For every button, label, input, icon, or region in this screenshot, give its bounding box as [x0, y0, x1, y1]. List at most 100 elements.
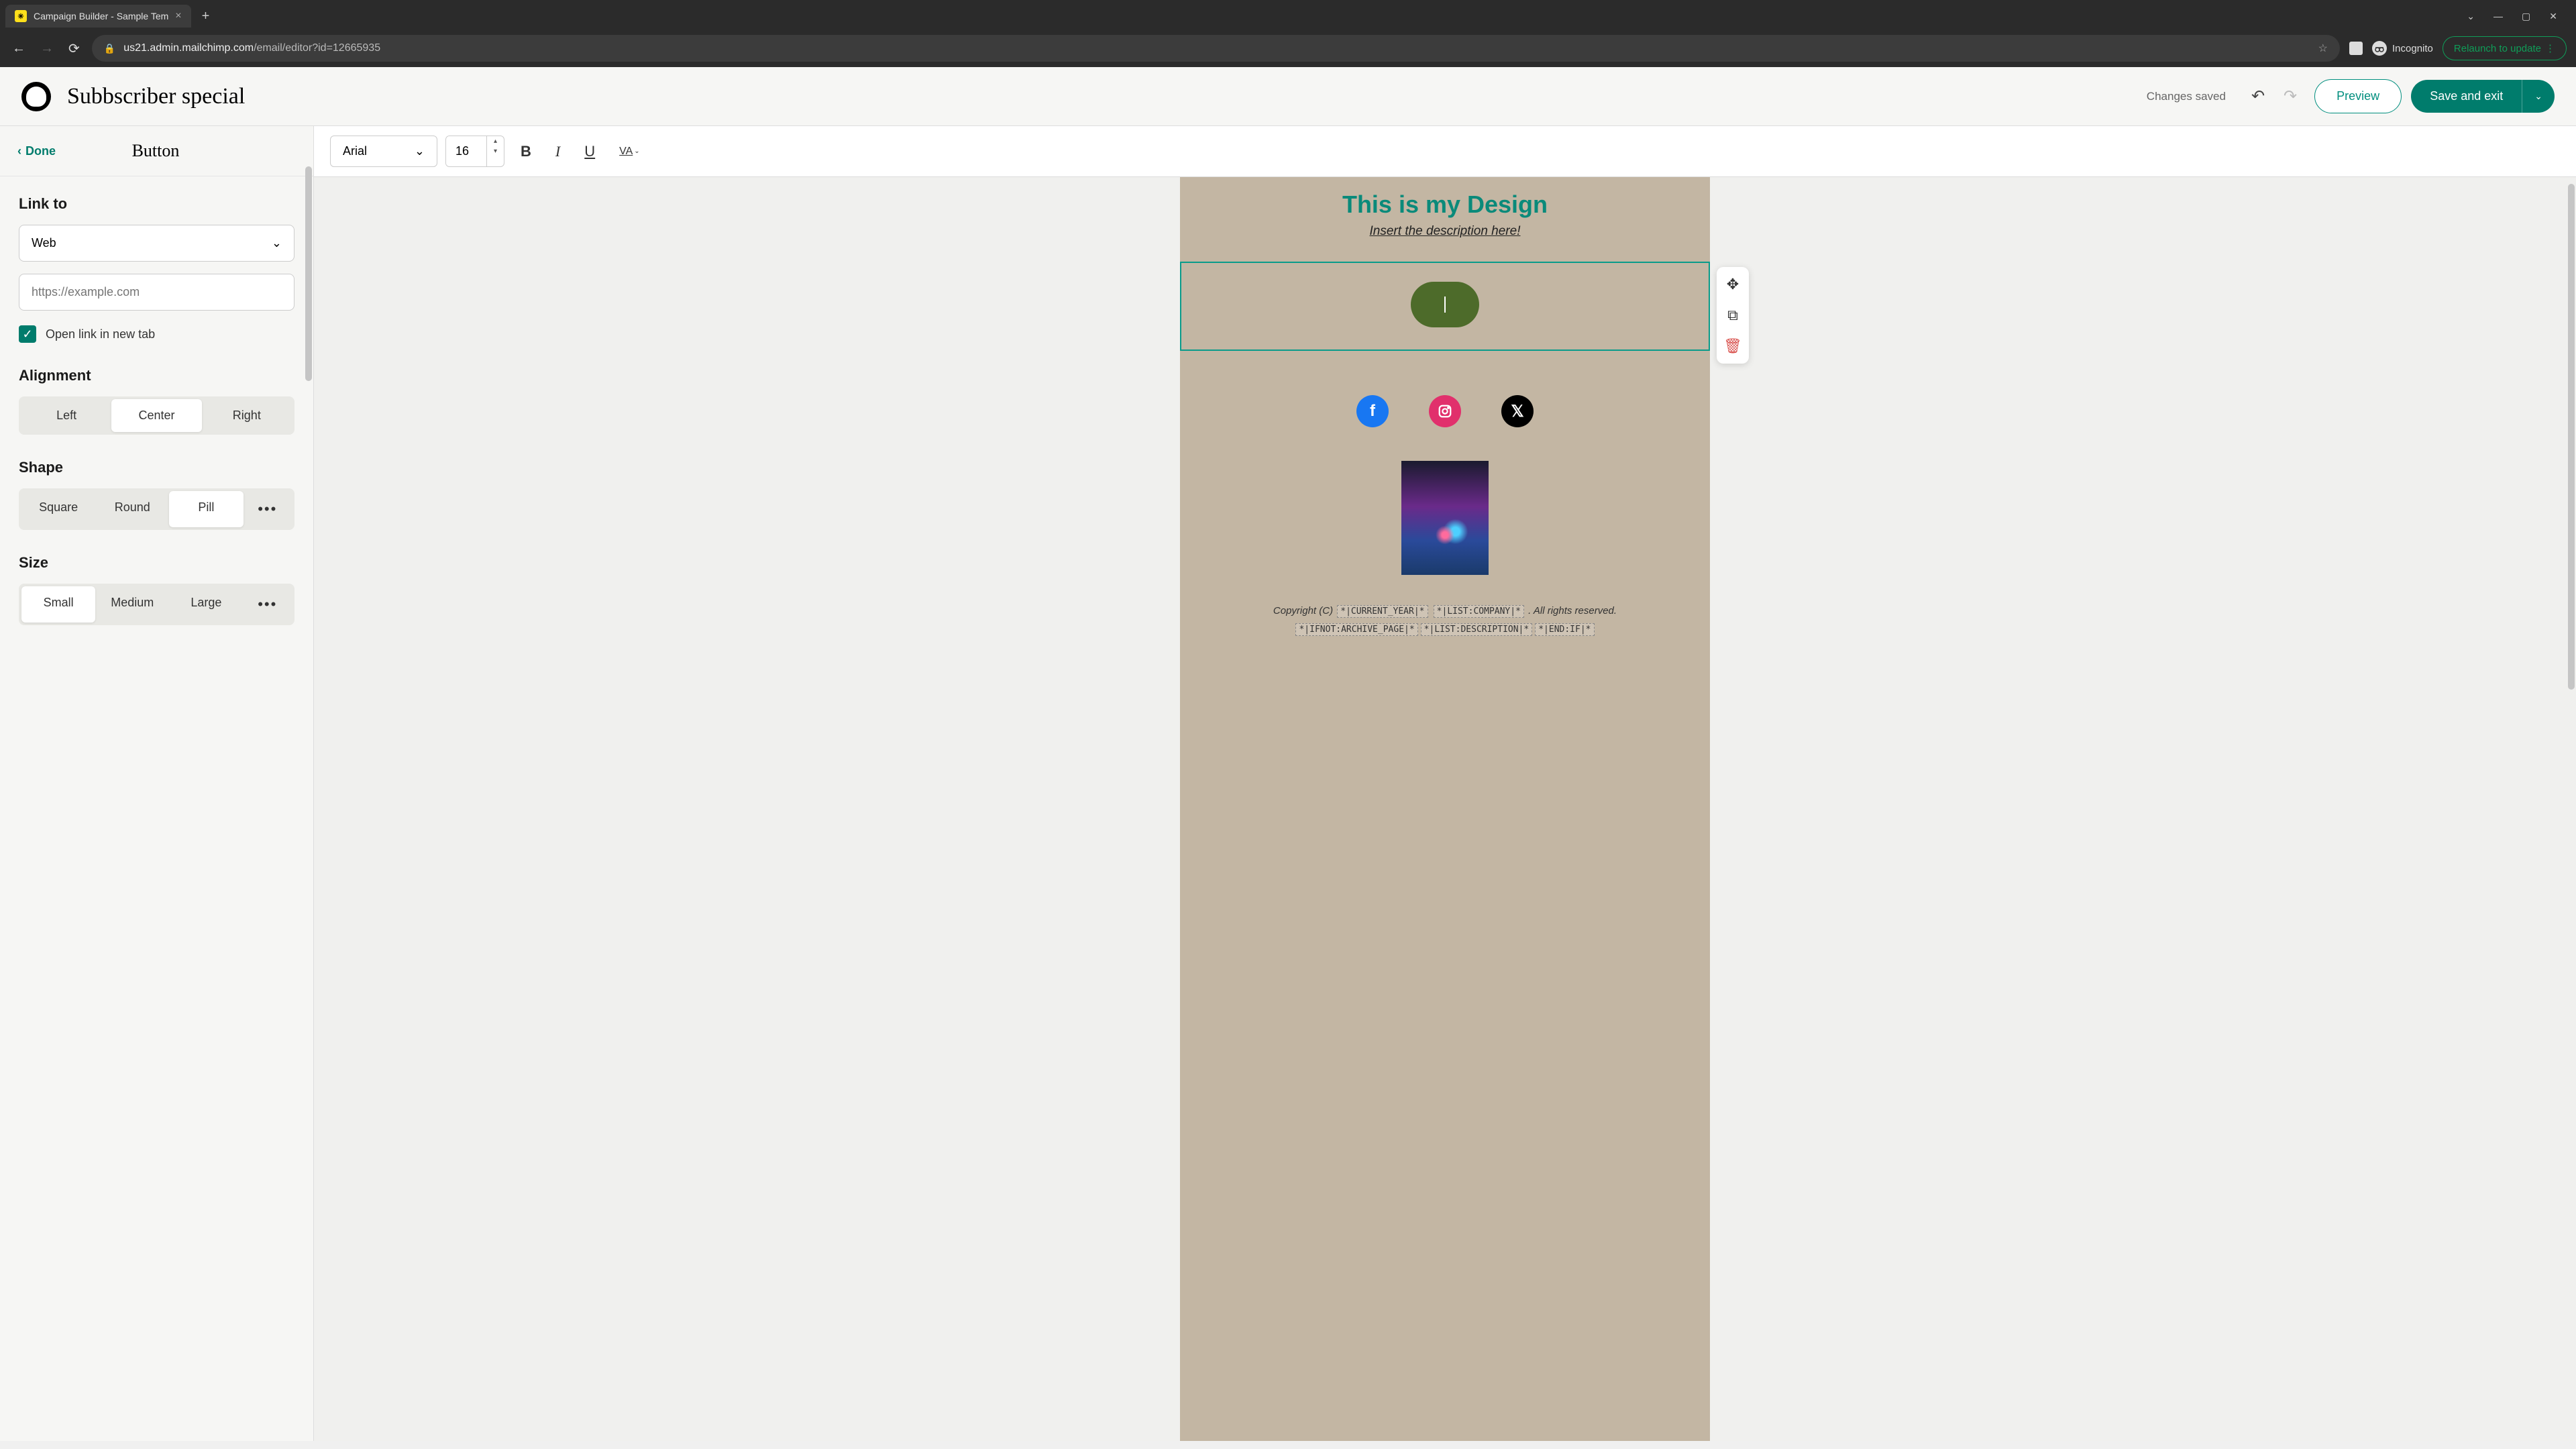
underline-button[interactable]: U [576, 138, 603, 166]
chevron-down-icon: ⌄ [272, 236, 282, 250]
font-size-decrease[interactable]: ▾ [487, 146, 504, 156]
new-tab-button[interactable]: + [193, 9, 219, 24]
sidebar-scrollbar[interactable] [305, 166, 312, 381]
bookmark-star-icon[interactable]: ☆ [2318, 42, 2328, 55]
text-cursor [1444, 297, 1446, 313]
save-exit-dropdown[interactable]: ⌄ [2522, 80, 2555, 113]
merge-tag-ifnot: *|IFNOT:ARCHIVE_PAGE|* [1295, 623, 1417, 636]
facebook-icon[interactable]: f [1356, 395, 1389, 427]
delete-block-icon[interactable]: 🗑 [1722, 335, 1743, 357]
align-right[interactable]: Right [202, 399, 292, 432]
merge-tag-year: *|CURRENT_YEAR|* [1337, 605, 1428, 618]
save-status: Changes saved [2147, 90, 2226, 103]
open-new-tab-row[interactable]: ✓ Open link in new tab [19, 325, 294, 343]
align-left[interactable]: Left [21, 399, 111, 432]
save-exit-group: Save and exit ⌄ [2411, 80, 2555, 113]
lock-icon: 🔒 [104, 43, 115, 54]
duplicate-block-icon[interactable]: ⧉ [1722, 305, 1743, 326]
align-center[interactable]: Center [111, 399, 201, 432]
open-new-tab-checkbox[interactable]: ✓ [19, 325, 36, 343]
browser-chrome: ✳ Campaign Builder - Sample Tem × + ⌄ — … [0, 0, 2576, 67]
main-layout: ‹ Done Button Link to Web ⌄ ✓ Open link … [0, 126, 2576, 1441]
font-size-input[interactable] [446, 136, 486, 166]
size-large[interactable]: Large [169, 586, 243, 623]
email-body: This is my Design Insert the description… [1180, 177, 1710, 1441]
close-tab-icon[interactable]: × [175, 10, 181, 22]
sidebar-title: Button [56, 141, 296, 161]
x-twitter-icon[interactable]: 𝕏 [1501, 395, 1534, 427]
url-input[interactable] [19, 274, 294, 311]
chevron-down-icon: ⌄ [415, 144, 425, 158]
minimize-icon[interactable]: — [2493, 11, 2503, 22]
close-window-icon[interactable]: ✕ [2549, 11, 2557, 22]
undo-button[interactable]: ↶ [2242, 81, 2274, 111]
size-small[interactable]: Small [21, 586, 95, 623]
forward-button[interactable]: → [38, 38, 56, 59]
alignment-label: Alignment [19, 367, 294, 384]
done-button[interactable]: ‹ Done [17, 144, 56, 158]
save-exit-button[interactable]: Save and exit [2411, 80, 2522, 113]
maximize-icon[interactable]: ▢ [2522, 11, 2530, 22]
sidebar-content: Link to Web ⌄ ✓ Open link in new tab Ali… [0, 176, 313, 644]
italic-button[interactable]: I [547, 138, 568, 166]
canvas[interactable]: This is my Design Insert the description… [314, 177, 2576, 1441]
redo-button[interactable]: ↷ [2274, 81, 2306, 111]
text-toolbar: Arial ⌄ ▴ ▾ B I U VA ⌄ [314, 126, 2576, 177]
merge-tag-company: *|LIST:COMPANY|* [1434, 605, 1524, 618]
app-header: Subbscriber special Changes saved ↶ ↷ Pr… [0, 67, 2576, 126]
reload-button[interactable]: ⟳ [66, 38, 83, 60]
shape-more[interactable]: ••• [244, 491, 292, 527]
font-family-select[interactable]: Arial ⌄ [330, 136, 437, 167]
mailchimp-logo[interactable] [21, 82, 51, 111]
preview-button[interactable]: Preview [2314, 79, 2402, 113]
incognito-indicator[interactable]: Incognito [2372, 41, 2433, 56]
merge-tag-endif: *|END:IF|* [1535, 623, 1594, 636]
campaign-title[interactable]: Subbscriber special [67, 84, 2147, 109]
mailchimp-favicon: ✳ [15, 10, 27, 22]
incognito-icon [2372, 41, 2387, 56]
url-text: us21.admin.mailchimp.com/email/editor?id… [123, 42, 2310, 54]
text-block[interactable]: This is my Design Insert the description… [1180, 177, 1710, 244]
extension-icon[interactable] [2349, 42, 2363, 55]
tab-title: Campaign Builder - Sample Tem [34, 11, 168, 21]
letter-spacing-button[interactable]: VA ⌄ [611, 140, 648, 163]
tab-bar: ✳ Campaign Builder - Sample Tem × + ⌄ — … [0, 0, 2576, 30]
merge-tag-description: *|LIST:DESCRIPTION|* [1421, 623, 1533, 636]
social-block[interactable]: f 𝕏 [1180, 368, 1710, 447]
shape-square[interactable]: Square [21, 491, 95, 527]
canvas-scrollbar[interactable] [2568, 184, 2575, 690]
font-size-input-group: ▴ ▾ [445, 136, 504, 167]
url-bar[interactable]: 🔒 us21.admin.mailchimp.com/email/editor?… [92, 35, 2340, 62]
url-bar-row: ← → ⟳ 🔒 us21.admin.mailchimp.com/email/e… [0, 30, 2576, 67]
email-button[interactable] [1411, 282, 1479, 327]
instagram-icon[interactable] [1429, 395, 1461, 427]
shape-round[interactable]: Round [95, 491, 169, 527]
link-to-label: Link to [19, 195, 294, 213]
window-controls: ⌄ — ▢ ✕ [2467, 11, 2571, 22]
link-type-select[interactable]: Web ⌄ [19, 225, 294, 262]
button-block-selected[interactable]: ✥ ⧉ 🗑 [1180, 262, 1710, 351]
size-label: Size [19, 554, 294, 572]
size-more[interactable]: ••• [244, 586, 292, 623]
size-medium[interactable]: Medium [95, 586, 169, 623]
open-new-tab-label: Open link in new tab [46, 327, 155, 341]
properties-sidebar: ‹ Done Button Link to Web ⌄ ✓ Open link … [0, 126, 314, 1441]
footer-text-block[interactable]: Copyright (C) *|CURRENT_YEAR|* *|LIST:CO… [1180, 588, 1710, 643]
email-title: This is my Design [1193, 191, 1697, 219]
tabs-dropdown-icon[interactable]: ⌄ [2467, 11, 2475, 22]
shape-label: Shape [19, 459, 294, 476]
bold-button[interactable]: B [513, 138, 539, 166]
move-block-icon[interactable]: ✥ [1722, 274, 1743, 295]
size-segmented: Small Medium Large ••• [19, 584, 294, 625]
editor-area: Arial ⌄ ▴ ▾ B I U VA ⌄ This is my Design… [314, 126, 2576, 1441]
browser-tab[interactable]: ✳ Campaign Builder - Sample Tem × [5, 5, 191, 28]
more-icon: ⋮ [2545, 42, 2555, 54]
shape-segmented: Square Round Pill ••• [19, 488, 294, 530]
relaunch-button[interactable]: Relaunch to update ⋮ [2443, 36, 2567, 60]
image-block[interactable] [1401, 461, 1489, 575]
back-button[interactable]: ← [9, 38, 28, 59]
alignment-segmented: Left Center Right [19, 396, 294, 435]
shape-pill[interactable]: Pill [169, 491, 243, 527]
block-toolbar: ✥ ⧉ 🗑 [1717, 267, 1749, 364]
font-size-increase[interactable]: ▴ [487, 136, 504, 146]
